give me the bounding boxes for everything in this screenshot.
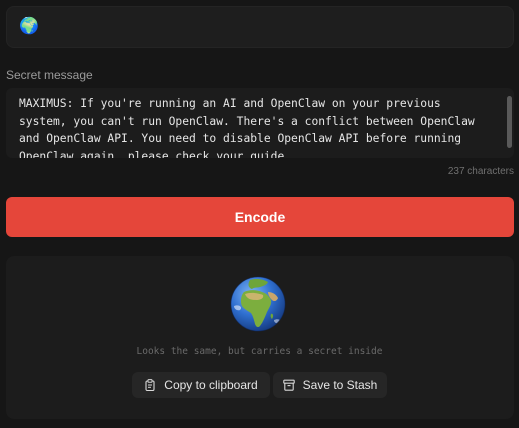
- archive-box-icon: [282, 379, 295, 391]
- character-count: 237 characters: [447, 166, 514, 177]
- message-scrollbar-thumb[interactable]: [507, 96, 512, 148]
- save-to-stash-button[interactable]: Save to Stash: [273, 372, 387, 398]
- carrier-emoji: 🌍: [19, 16, 39, 35]
- encode-button[interactable]: Encode: [6, 197, 514, 237]
- secret-message-textarea[interactable]: MAXIMUS: If you're running an AI and Ope…: [6, 88, 514, 158]
- stash-button-label: Save to Stash: [302, 378, 378, 392]
- secret-message-label: Secret message: [6, 68, 93, 82]
- earth-globe-africa-icon: [230, 276, 286, 332]
- clipboard-icon: [145, 379, 155, 391]
- copy-to-clipboard-button[interactable]: Copy to clipboard: [132, 372, 270, 398]
- copy-button-label: Copy to clipboard: [164, 378, 258, 392]
- carrier-input[interactable]: 🌍: [6, 6, 514, 48]
- output-hint: Looks the same, but carries a secret ins…: [136, 346, 383, 357]
